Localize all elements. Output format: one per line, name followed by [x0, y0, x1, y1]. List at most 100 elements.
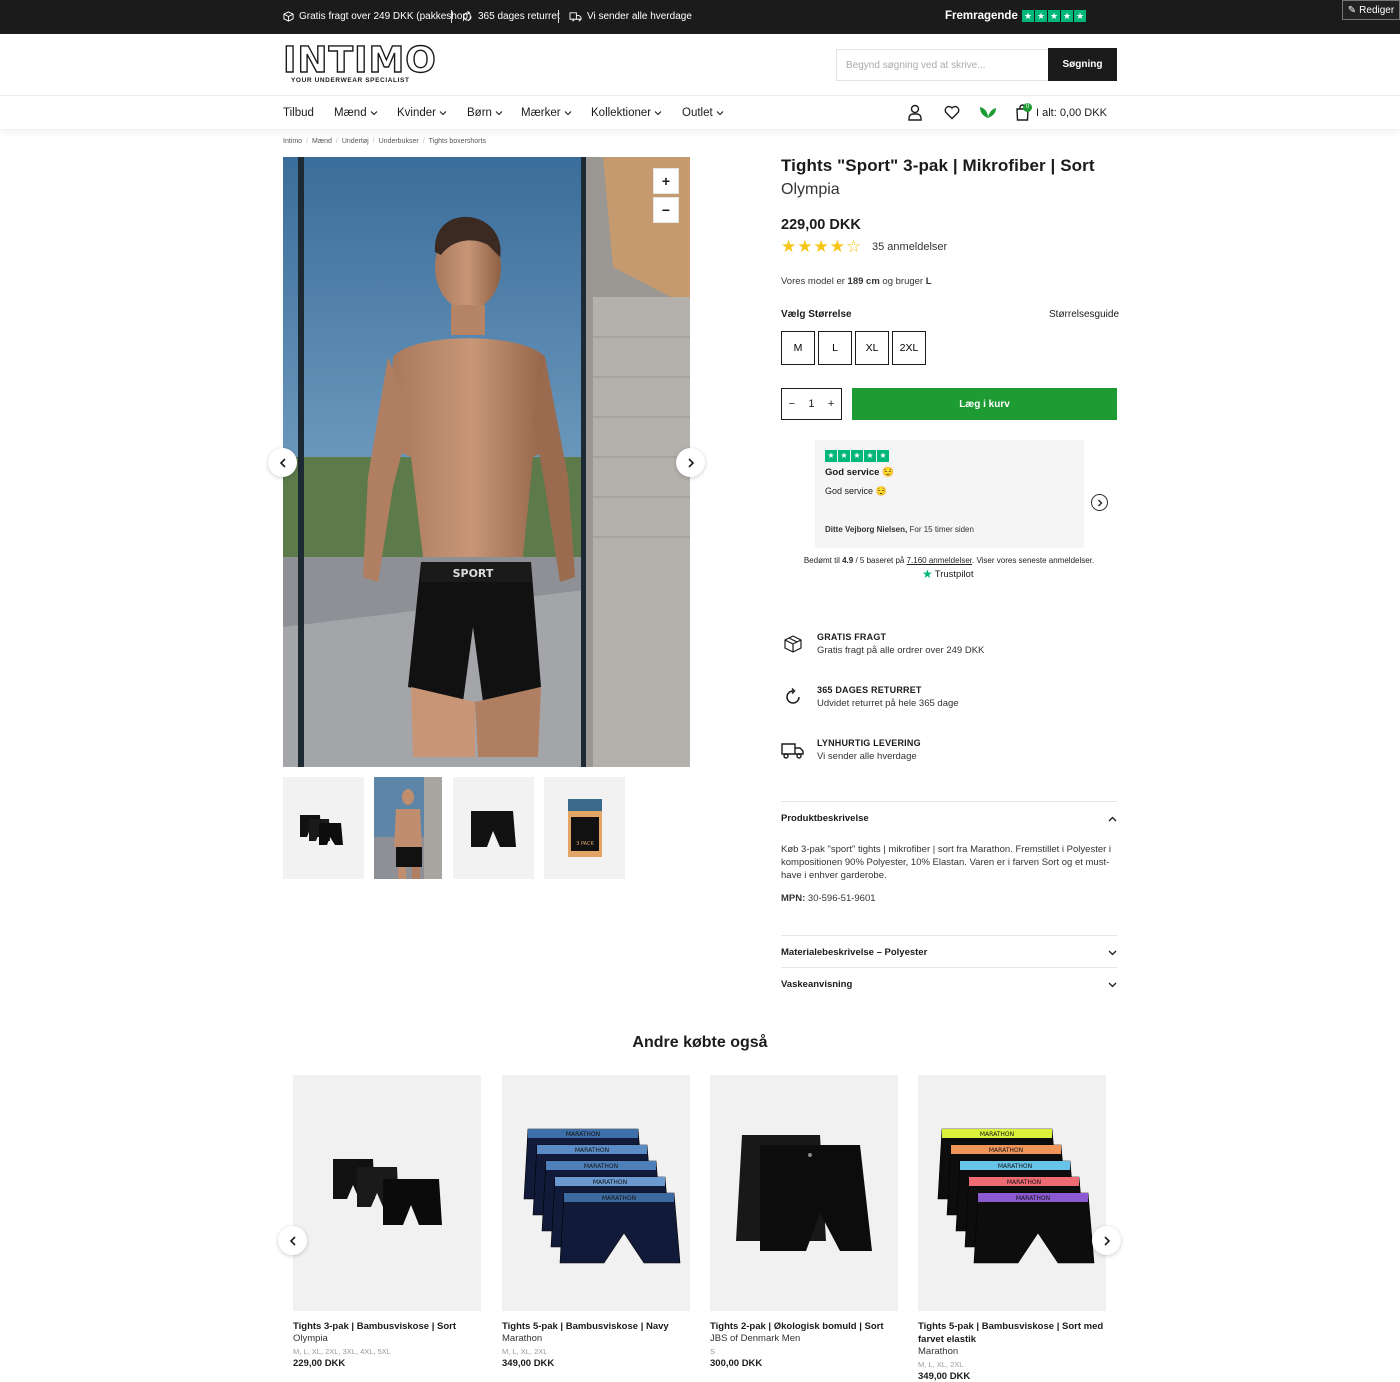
- review-title: God service 😌: [825, 467, 894, 478]
- cart-total[interactable]: I alt: 0,00 DKK: [1036, 107, 1107, 119]
- intimo-logo[interactable]: INTIMO YOUR UNDERWEAR SPECIALIST: [282, 42, 437, 84]
- accordion-wash-instructions[interactable]: Vaskeanvisning: [781, 967, 1117, 999]
- size-option-m[interactable]: M: [781, 331, 815, 365]
- zoom-out-button[interactable]: −: [653, 197, 679, 223]
- plus-icon[interactable]: +: [828, 398, 834, 410]
- model-info-mid: og bruger: [882, 276, 924, 287]
- product-brand[interactable]: Olympia: [781, 181, 840, 199]
- usp-shipping-days: Vi sender alle hverdage: [569, 11, 692, 22]
- divider: [451, 10, 452, 23]
- star-icon: ★: [877, 450, 889, 462]
- trustpilot-logo[interactable]: ★ Trustpilot: [922, 567, 973, 581]
- usp-title: GRATIS FRAGT: [817, 632, 887, 642]
- size-guide-link[interactable]: Størrelsesguide: [1049, 309, 1119, 320]
- product-card-image[interactable]: MARATHON MARATHON MARATHON MARATHON MARATHON: [502, 1075, 690, 1311]
- trustpilot-review-count-link[interactable]: 7.160 anmeldelser: [907, 556, 972, 565]
- gallery-thumbnail[interactable]: [453, 777, 534, 879]
- product-card-image[interactable]: [710, 1075, 898, 1311]
- leaf-icon[interactable]: [979, 105, 997, 119]
- size-option-2xl[interactable]: 2XL: [892, 331, 926, 365]
- size-option-xl[interactable]: XL: [855, 331, 889, 365]
- svg-text:MARATHON: MARATHON: [989, 1147, 1023, 1154]
- nav-item-outlet[interactable]: Outlet: [682, 107, 724, 119]
- trustpilot-rating-label[interactable]: Fremragende: [945, 10, 1018, 22]
- gallery-prev-button[interactable]: [268, 448, 297, 477]
- chevron-down-icon: [1108, 950, 1117, 956]
- svg-text:MARATHON: MARATHON: [1016, 1195, 1050, 1202]
- breadcrumb-item[interactable]: Mænd: [312, 138, 332, 145]
- box-icon: [784, 635, 802, 653]
- accordion-material[interactable]: Materialebeskrivelse – Polyester: [781, 935, 1117, 967]
- star-filled-icon: ★: [829, 237, 845, 256]
- product-card[interactable]: MARATHON MARATHON MARATHON MARATHON MARATHON…: [918, 1075, 1106, 1382]
- product-card[interactable]: Tights 2-pak | Økologisk bomuld | Sort J…: [710, 1075, 898, 1369]
- accordion-product-description[interactable]: Produktbeskrivelse: [781, 801, 1117, 835]
- carousel-next-button[interactable]: [1092, 1226, 1121, 1255]
- review-count-link[interactable]: 35 anmeldelser: [872, 241, 947, 253]
- product-card-price: 229,00 DKK: [293, 1358, 346, 1369]
- edit-button-label: Rediger: [1359, 4, 1395, 16]
- chevron-down-icon: [564, 111, 572, 116]
- nav-item-kvinder[interactable]: Kvinder: [397, 107, 447, 119]
- star-icon: ★: [1022, 10, 1034, 22]
- usp-delivery-block: LYNHURTIG LEVERING Vi sender alle hverdag…: [781, 738, 921, 762]
- rating-stars[interactable]: ★ ★ ★ ★ ☆: [781, 238, 861, 255]
- gallery-thumbnail[interactable]: [283, 777, 364, 879]
- product-card-sizes: M, L, XL, 2XL: [502, 1347, 548, 1356]
- usp-returns: 365 dages returret: [462, 11, 560, 22]
- product-price: 229,00 DKK: [781, 217, 861, 233]
- product-card-image[interactable]: [293, 1075, 481, 1311]
- gallery-thumbnail[interactable]: 3 PACK: [544, 777, 625, 879]
- summary-mid: / 5 baseret på: [855, 556, 905, 565]
- trustpilot-review-card[interactable]: ★ ★ ★ ★ ★ God service 😌 God service 😌 Ditte …: [815, 440, 1084, 548]
- add-to-cart-button[interactable]: Læg i kurv: [852, 388, 1117, 420]
- search-button[interactable]: Søgning: [1048, 48, 1117, 81]
- trustpilot-score: 4.9: [842, 556, 854, 565]
- review-time: For 15 timer siden: [909, 525, 974, 534]
- nav-item-kollektioner[interactable]: Kollektioner: [591, 107, 662, 119]
- product-card-name[interactable]: Tights 5-pak | Bambusviskose | Navy: [502, 1320, 690, 1333]
- product-card-name[interactable]: Tights 3-pak | Bambusviskose | Sort: [293, 1320, 481, 1333]
- breadcrumb-item[interactable]: Intimo: [283, 138, 302, 145]
- edit-button[interactable]: ✎ Rediger: [1342, 0, 1400, 20]
- breadcrumb-item[interactable]: Undertøj: [342, 138, 369, 145]
- model-photo: SPORT: [283, 157, 690, 767]
- accordion-title: Produktbeskrivelse: [781, 813, 869, 824]
- nav-item-label: Mænd: [334, 107, 367, 119]
- carousel-prev-button[interactable]: [278, 1226, 307, 1255]
- product-card-image[interactable]: MARATHON MARATHON MARATHON MARATHON MARATHON: [918, 1075, 1106, 1311]
- product-main-image[interactable]: SPORT + −: [283, 157, 690, 767]
- divider: [558, 10, 559, 23]
- model-info-prefix: Vores model er: [781, 276, 845, 287]
- review-next-button[interactable]: [1091, 494, 1108, 511]
- nav-item-tilbud[interactable]: Tilbud: [283, 107, 314, 119]
- boxer-item: MARATHON: [559, 1192, 681, 1264]
- boxers-5pack-colored-image: MARATHON MARATHON MARATHON MARATHON MARATHON: [937, 1128, 1095, 1264]
- model-height: 189 cm: [847, 276, 880, 287]
- review-author: Ditte Vejborg Nielsen,: [825, 525, 908, 534]
- trustpilot-stars[interactable]: ★ ★ ★ ★ ★: [1022, 10, 1086, 22]
- svg-text:MARATHON: MARATHON: [593, 1179, 627, 1186]
- minus-icon[interactable]: −: [789, 398, 795, 410]
- product-card-name[interactable]: Tights 5-pak | Bambusviskose | Sort med …: [918, 1320, 1106, 1346]
- product-card[interactable]: Tights 3-pak | Bambusviskose | Sort Olym…: [293, 1075, 481, 1369]
- nav-item-label: Mærker: [521, 107, 561, 119]
- size-option-l[interactable]: L: [818, 331, 852, 365]
- gallery-thumbnail-active[interactable]: [374, 777, 442, 879]
- breadcrumb-separator: /: [372, 138, 375, 145]
- breadcrumb-item[interactable]: Tights boxershorts: [429, 138, 486, 145]
- breadcrumb-item[interactable]: Underbukser: [379, 138, 419, 145]
- nav-item-maerker[interactable]: Mærker: [521, 107, 572, 119]
- nav-item-maend[interactable]: Mænd: [334, 107, 378, 119]
- boxer-item: MARATHON: [973, 1192, 1095, 1264]
- product-card-name[interactable]: Tights 2-pak | Økologisk bomuld | Sort: [710, 1320, 898, 1333]
- product-card[interactable]: MARATHON MARATHON MARATHON MARATHON MARATHON…: [502, 1075, 690, 1369]
- gallery-next-button[interactable]: [676, 448, 705, 477]
- product-card-sizes: S: [710, 1347, 716, 1356]
- search-input[interactable]: [836, 49, 1048, 81]
- heart-icon[interactable]: [944, 105, 960, 120]
- quantity-value[interactable]: 1: [808, 398, 814, 410]
- nav-item-boern[interactable]: Børn: [467, 107, 503, 119]
- zoom-in-button[interactable]: +: [653, 168, 679, 194]
- user-icon[interactable]: [908, 104, 922, 121]
